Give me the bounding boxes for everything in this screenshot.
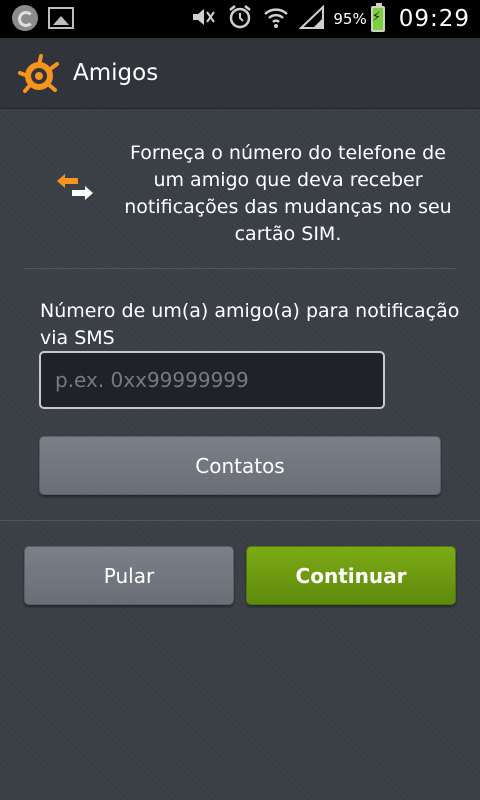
- status-bar: 95% 09:29: [0, 0, 480, 38]
- continue-button[interactable]: Continuar: [246, 546, 456, 605]
- wifi-icon: [263, 5, 289, 33]
- avast-logo-icon[interactable]: [17, 54, 63, 98]
- page-title: Amigos: [73, 60, 159, 86]
- battery-charging-icon: [370, 3, 385, 32]
- action-bar: Amigos: [0, 38, 480, 109]
- mute-icon: [191, 6, 217, 32]
- system-tray: 95% 09:29: [181, 0, 470, 38]
- skip-button[interactable]: Pular: [24, 546, 234, 605]
- phone-field-label: Número de um(a) amigo(a) para notificaçã…: [40, 300, 460, 349]
- clock: 09:29: [398, 6, 470, 32]
- intro-description: Forneça o número do telefone de um amigo…: [124, 142, 452, 245]
- notification-area: [12, 5, 74, 31]
- divider: [0, 520, 480, 521]
- avast-notification-icon[interactable]: [12, 5, 38, 31]
- divider: [24, 268, 456, 269]
- gallery-icon[interactable]: [48, 7, 74, 29]
- signal-icon: [298, 4, 325, 33]
- battery-percent: 95%: [333, 10, 367, 28]
- phone-number-input[interactable]: [39, 351, 385, 409]
- alarm-icon: [227, 4, 253, 34]
- contacts-button[interactable]: Contatos: [39, 436, 441, 495]
- swap-arrows-icon: [56, 172, 98, 206]
